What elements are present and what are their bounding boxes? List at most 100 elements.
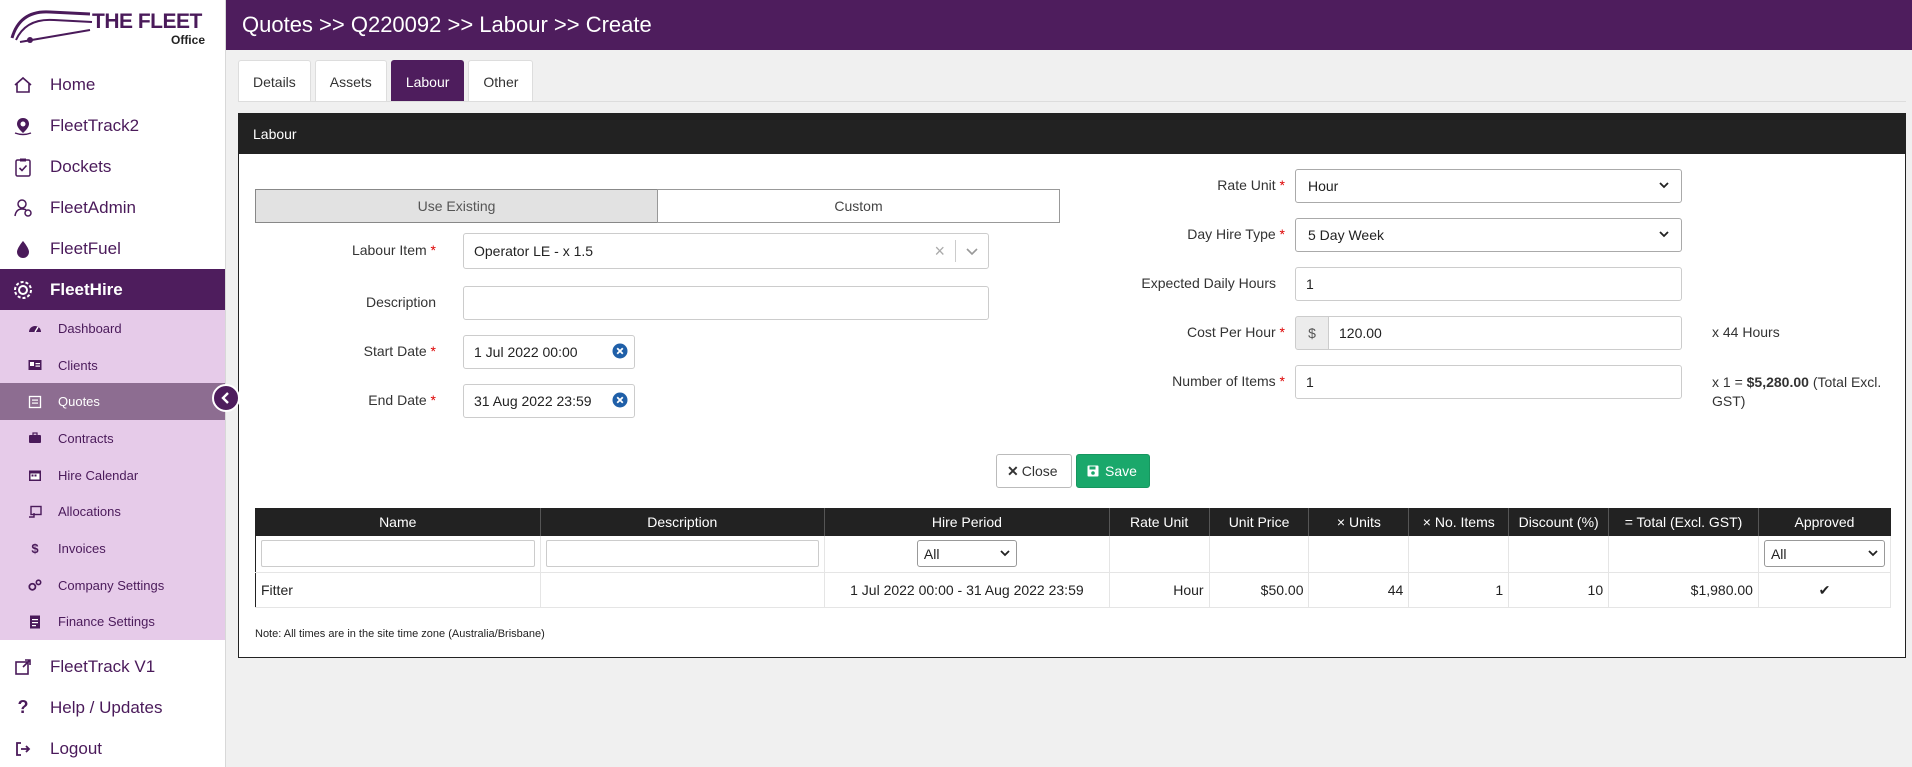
tab-labour[interactable]: Labour: [390, 60, 465, 102]
start-date-input[interactable]: 1 Jul 2022 00:00: [463, 335, 635, 369]
sidebar: THE FLEET Office Home FleetTrack2 Docket…: [0, 0, 226, 767]
filter-cell: [255, 535, 541, 573]
filter-cell: All: [1758, 535, 1892, 573]
tab-other[interactable]: Other: [468, 60, 534, 102]
end-date-input[interactable]: 31 Aug 2022 23:59: [463, 384, 635, 418]
end-date-value: 31 Aug 2022 23:59: [474, 393, 592, 409]
required-mark: *: [1279, 373, 1285, 389]
nav-fleetfuel[interactable]: FleetFuel: [0, 228, 225, 269]
subnav-contracts[interactable]: Contracts: [0, 420, 225, 457]
column-header[interactable]: Rate Unit: [1109, 508, 1210, 536]
save-icon: [1087, 465, 1099, 477]
fleethire-subnav: Dashboard Clients Quotes Contracts Hire …: [0, 310, 225, 641]
subnav-label: Hire Calendar: [58, 467, 139, 483]
sidebar-collapse-button[interactable]: [212, 384, 240, 412]
panel-title-text: Labour: [253, 126, 297, 142]
nav-dockets[interactable]: Dockets: [0, 146, 225, 187]
use-existing-toggle[interactable]: Use Existing: [255, 189, 658, 223]
column-header[interactable]: Name: [255, 508, 541, 536]
column-header[interactable]: Unit Price: [1209, 508, 1310, 536]
subnav-allocations[interactable]: Allocations: [0, 493, 225, 530]
required-mark: *: [1279, 324, 1285, 340]
timezone-note: Note: All times are in the site time zon…: [255, 628, 545, 640]
map-pin-icon: [12, 115, 34, 137]
cell-hire-period: 1 Jul 2022 00:00 - 31 Aug 2022 23:59: [824, 572, 1110, 608]
name-filter-input[interactable]: [261, 540, 535, 568]
description-label: Description: [365, 294, 436, 310]
table-row[interactable]: Fitter 1 Jul 2022 00:00 - 31 Aug 2022 23…: [255, 572, 1892, 608]
subnav-dashboard[interactable]: Dashboard: [0, 310, 225, 347]
labour-item-select[interactable]: Operator LE - x 1.5 ×: [463, 233, 989, 269]
day-hire-type-select[interactable]: 5 Day Week: [1295, 218, 1682, 252]
nav-help-updates[interactable]: ? Help / Updates: [0, 687, 225, 728]
hire-period-filter-select[interactable]: All: [916, 540, 1017, 568]
column-header[interactable]: Discount (%): [1508, 508, 1610, 536]
cost-per-hour-label: Cost Per Hour *: [1099, 324, 1285, 340]
subnav-finance-settings[interactable]: Finance Settings: [0, 604, 225, 641]
cost-per-hour-label-text: Cost Per Hour: [1186, 324, 1276, 340]
expected-daily-hours-input[interactable]: 1: [1295, 267, 1682, 301]
cell-units: 44: [1308, 572, 1410, 608]
nav-fleettrack-v1[interactable]: FleetTrack V1: [0, 646, 225, 687]
column-header[interactable]: = Total (Excl. GST): [1608, 508, 1759, 536]
labour-table: Name Description Hire Period Rate Unit U…: [255, 508, 1892, 608]
day-hire-type-label: Day Hire Type *: [1099, 226, 1285, 242]
close-icon: ✕: [1007, 462, 1019, 479]
rate-unit-select[interactable]: Hour: [1295, 169, 1682, 203]
nav-fleettrack2[interactable]: FleetTrack2: [0, 105, 225, 146]
subnav-company-settings[interactable]: Company Settings: [0, 567, 225, 604]
cost-per-hour-input[interactable]: 120.00: [1328, 316, 1682, 350]
clear-date-icon[interactable]: [612, 343, 628, 362]
nav-logout[interactable]: Logout: [0, 728, 225, 767]
nav-label: Help / Updates: [50, 697, 163, 717]
approved-check-icon: ✔: [1758, 572, 1892, 608]
tab-assets[interactable]: Assets: [314, 60, 387, 102]
tab-details[interactable]: Details: [238, 60, 311, 102]
clear-date-icon[interactable]: [612, 392, 628, 411]
cell-name: Fitter: [255, 572, 541, 608]
filter-cell: All: [824, 535, 1110, 573]
approved-filter-select[interactable]: All: [1763, 540, 1885, 568]
filter-cell: [1209, 535, 1310, 573]
tab-divider: [238, 101, 1906, 102]
brand-logo[interactable]: THE FLEET Office: [0, 0, 225, 50]
custom-toggle[interactable]: Custom: [657, 189, 1060, 223]
start-date-label: Start Date *: [255, 343, 436, 359]
briefcase-icon: [28, 431, 42, 445]
description-input[interactable]: [463, 286, 989, 320]
nav-home[interactable]: Home: [0, 64, 225, 105]
end-date-label-text: End Date: [368, 392, 427, 408]
column-header[interactable]: Hire Period: [824, 508, 1110, 536]
nav-label: Logout: [50, 738, 102, 758]
labour-item-label-text: Labour Item: [351, 242, 427, 258]
nav-fleethire[interactable]: FleetHire: [0, 269, 225, 310]
required-mark: *: [430, 343, 436, 359]
nav-label: FleetFuel: [50, 238, 121, 258]
fuel-drop-icon: [12, 238, 34, 260]
column-header[interactable]: × Units: [1308, 508, 1410, 536]
home-icon: [12, 74, 34, 96]
save-button[interactable]: Save: [1076, 454, 1150, 488]
table-header-row: Name Description Hire Period Rate Unit U…: [255, 508, 1891, 536]
nav-label: FleetHire: [50, 279, 123, 299]
subnav-clients[interactable]: Clients: [0, 347, 225, 384]
logout-icon: [12, 738, 34, 760]
subnav-quotes[interactable]: Quotes: [0, 383, 225, 421]
chevron-down-icon[interactable]: [956, 243, 988, 259]
nav-fleetadmin[interactable]: FleetAdmin: [0, 187, 225, 228]
required-mark: *: [430, 392, 436, 408]
subnav-invoices[interactable]: $ Invoices: [0, 530, 225, 567]
column-header[interactable]: Description: [540, 508, 826, 536]
column-header[interactable]: × No. Items: [1408, 508, 1510, 536]
description-filter-input[interactable]: [545, 540, 820, 568]
tab-bar: Details Assets Labour Other: [238, 60, 534, 102]
clipboard-check-icon: [12, 156, 34, 178]
clear-icon[interactable]: ×: [924, 241, 955, 262]
close-button[interactable]: ✕ Close: [996, 454, 1072, 488]
subnav-hire-calendar[interactable]: Hire Calendar: [0, 457, 225, 494]
nav-label: Dockets: [50, 156, 112, 176]
column-header[interactable]: Approved: [1758, 508, 1891, 536]
number-of-items-input[interactable]: 1: [1295, 365, 1682, 399]
expected-daily-hours-label: Expected Daily Hours: [1141, 275, 1276, 291]
